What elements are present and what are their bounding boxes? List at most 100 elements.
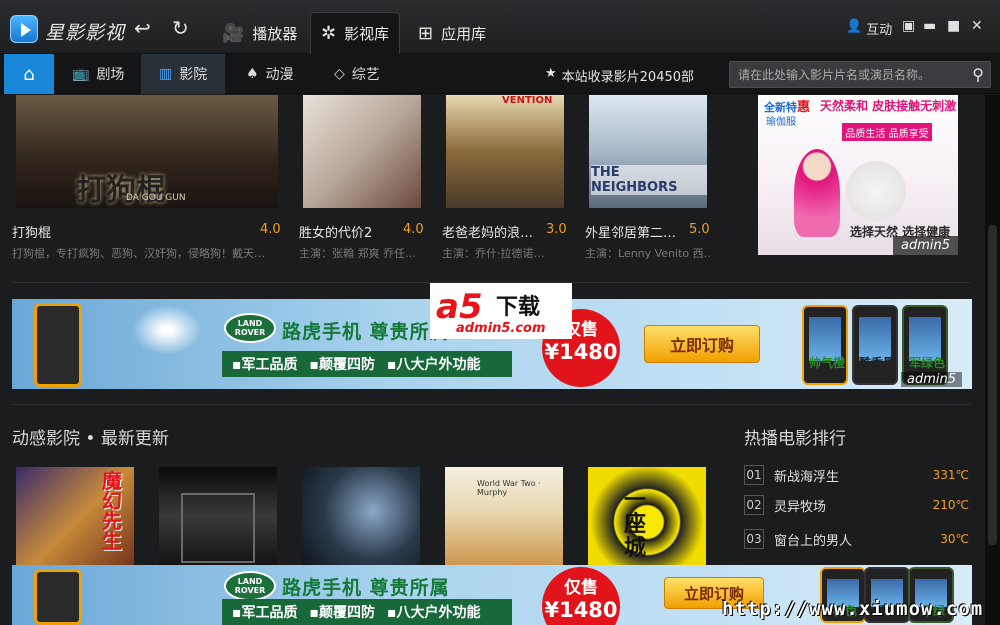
- banner-feature: ▪颠覆四防: [309, 605, 376, 621]
- phone-image: 酷香黑: [852, 305, 898, 385]
- movie-poster[interactable]: [159, 467, 277, 577]
- collection-stats-text: 本站收录影片20450部: [561, 70, 695, 85]
- movie-poster[interactable]: 打狗棍 DA GOU GUN: [16, 95, 278, 208]
- movie-title[interactable]: 老爸老妈的浪…: [442, 222, 533, 241]
- category-label: 综艺: [351, 67, 380, 83]
- camera-icon: 🎥: [222, 22, 245, 44]
- ranking-number: 01: [744, 465, 764, 485]
- search-icon[interactable]: ⚲: [972, 65, 984, 84]
- phone-color-label: 军绿色: [908, 356, 945, 370]
- movie-poster[interactable]: 魔幻先生: [16, 467, 134, 577]
- ranking-heat: 210℃: [932, 498, 969, 512]
- side-advertisement[interactable]: 全新特惠 瑜伽服 天然柔和 皮肤接触无刺激 品质生活 品质享受 选择天然 选择健…: [758, 95, 958, 255]
- price-value: ¥1480: [544, 598, 618, 622]
- movie-title[interactable]: 胜女的代价2: [299, 222, 372, 241]
- movie-score: 4.0: [403, 222, 424, 237]
- land-rover-logo: LAND ROVER: [224, 571, 276, 601]
- side-ad-product: 瑜伽服: [766, 117, 796, 128]
- nav-apps[interactable]: ⊞ 应用库: [408, 12, 496, 54]
- movie-poster[interactable]: 一座城: [588, 467, 706, 577]
- nav-player-label: 播放器: [252, 24, 298, 43]
- a5-url: admin5.com: [456, 321, 546, 336]
- category-animation[interactable]: ♠ 动漫: [228, 54, 312, 94]
- banner-feature: ▪八大户外功能: [387, 357, 481, 373]
- movie-description: 打狗棍，专打疯狗、恶狗、汉奸狗，侵略狗！戴天…: [12, 247, 265, 260]
- poster-text: 一座城: [624, 488, 647, 561]
- ranking-item[interactable]: 03 窗台上的男人 30℃: [744, 526, 969, 552]
- phone-color-label: 酷香黑: [858, 356, 895, 370]
- scrollbar-thumb[interactable]: [988, 225, 997, 545]
- ad-source-tag: admin5: [900, 372, 962, 387]
- poster-text: THE NEIGHBORS: [591, 165, 707, 195]
- ranking-item[interactable]: 02 灵异牧场 210℃: [744, 492, 969, 518]
- movie-cast: 主演：张翰 郑爽 乔任…: [299, 247, 416, 260]
- movie-poster[interactable]: VENTION: [446, 95, 564, 208]
- animation-icon: ♠: [246, 66, 259, 82]
- ranking-item[interactable]: 01 新战海浮生 331℃: [744, 462, 969, 488]
- nav-library[interactable]: ✲ 影视库: [310, 12, 401, 54]
- banner-headline: 路虎手机 尊贵所属: [282, 321, 450, 343]
- site-watermark: http://www.xiumow.com: [722, 598, 984, 620]
- category-label: 剧场: [96, 67, 125, 83]
- collection-stats: ★ 本站收录影片20450部: [545, 66, 694, 85]
- ranking-heat: 331℃: [932, 468, 969, 482]
- price-badge: 仅售 ¥1480: [542, 567, 620, 625]
- movie-title[interactable]: 打狗棍: [12, 222, 51, 241]
- add-app-icon: ⊞: [418, 22, 434, 44]
- back-icon[interactable]: ↩: [134, 16, 151, 40]
- poster-frame: [181, 493, 255, 563]
- category-variety[interactable]: ◇ 综艺: [316, 54, 398, 94]
- movie-poster[interactable]: [303, 95, 421, 208]
- vertical-scrollbar[interactable]: [985, 95, 1000, 625]
- banner-features: ▪军工品质 ▪颠覆四防 ▪八大户外功能: [222, 599, 512, 625]
- section-title-latest: 动感影院 • 最新更新: [12, 429, 169, 449]
- movie-title[interactable]: 外星邻居第二…: [585, 222, 676, 241]
- price-value: ¥1480: [544, 340, 618, 364]
- poster-text: VENTION: [502, 95, 553, 106]
- phone-image: [34, 569, 82, 625]
- maximize-icon[interactable]: ■: [947, 18, 960, 34]
- movie-cast: 主演：乔什·拉德诺…: [442, 247, 545, 260]
- ranking-number: 03: [744, 529, 764, 549]
- price-label: 仅售: [564, 578, 598, 598]
- movie-poster[interactable]: World War Two · Murphy: [445, 467, 563, 577]
- movie-score: 5.0: [689, 222, 710, 237]
- minimize-icon[interactable]: ▬: [923, 18, 936, 34]
- buy-now-button[interactable]: 立即订购: [644, 325, 760, 363]
- star-icon: ★: [545, 66, 557, 81]
- diamond-icon: ◇: [334, 66, 345, 82]
- nav-apps-label: 应用库: [441, 24, 487, 43]
- a5-text: 下载: [496, 295, 541, 320]
- side-ad-slogan: 天然柔和 皮肤接触无刺激: [820, 99, 957, 113]
- phone-image: 帅气橙: [802, 305, 848, 385]
- banner-feature: ▪军工品质: [232, 357, 298, 373]
- film-reel-icon: ✲: [321, 23, 337, 44]
- nav-player[interactable]: 🎥 播放器: [212, 12, 307, 54]
- feedback-icon[interactable]: ▣: [902, 18, 915, 34]
- ranking-number: 02: [744, 495, 764, 515]
- movie-poster[interactable]: THE NEIGHBORS: [589, 95, 707, 208]
- banner-features: ▪军工品质 ▪颠覆四防 ▪八大户外功能: [222, 351, 512, 377]
- poster-text: World War Two · Murphy: [477, 479, 541, 497]
- app-title: 星影影视: [45, 22, 126, 44]
- home-icon: ⌂: [23, 63, 35, 85]
- banner-feature: ▪军工品质: [232, 605, 298, 621]
- nav-library-label: 影视库: [344, 25, 390, 43]
- yoga-figure: [794, 149, 840, 237]
- category-cinema[interactable]: ▥ 影院: [141, 54, 226, 94]
- poster-text: 魔幻先生: [102, 469, 122, 553]
- movie-cast: 主演：Lenny Venito 西…: [585, 247, 711, 260]
- interact-label: 互动: [866, 23, 893, 38]
- search-input[interactable]: [738, 66, 963, 84]
- banner-headline: 路虎手机 尊贵所属: [282, 577, 450, 599]
- category-label: 动漫: [265, 67, 294, 83]
- close-icon[interactable]: ✕: [971, 18, 983, 34]
- ranking-title: 灵异牧场: [774, 499, 827, 515]
- refresh-icon[interactable]: ↻: [172, 16, 189, 40]
- category-theater[interactable]: 📺 剧场: [54, 54, 142, 94]
- movie-poster[interactable]: [302, 467, 420, 577]
- interact-button[interactable]: 👤 互动: [846, 19, 892, 38]
- home-button[interactable]: ⌂: [4, 54, 54, 94]
- phone-image: [34, 303, 82, 387]
- ad-source-tag: admin5: [892, 236, 958, 255]
